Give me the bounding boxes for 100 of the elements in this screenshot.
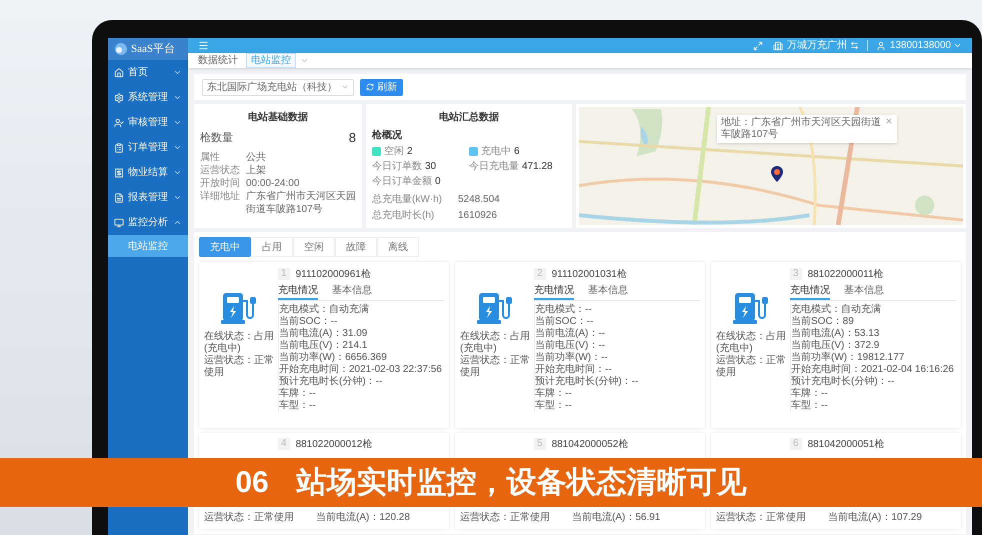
user-check-icon [114,118,124,128]
panel-title: 电站汇总数据 [438,110,500,125]
operation-status: 运营状态：正常使用 [460,512,551,524]
info-label: 详细地址 [200,190,241,204]
sidebar-menu-item[interactable]: 首页 [108,60,188,85]
stat-label: 今日订单数 [372,160,422,173]
charging-field: 车牌：-- [279,388,444,400]
menu-label: 订单管理 [128,140,169,155]
status-tab[interactable]: 空闲 [293,237,335,257]
receipt-icon [114,168,124,178]
status-tab[interactable]: 离线 [377,237,419,257]
caret-icon [341,83,349,91]
menu-icon[interactable] [198,40,209,51]
status-count: 2 [407,145,413,158]
fullscreen-icon[interactable] [752,40,763,50]
logo-icon [114,42,128,56]
charging-field: 当前SOC：-- [279,316,444,328]
close-icon[interactable] [885,117,894,125]
info-label: 属性 [200,150,221,164]
stat-value: 0 [435,175,441,188]
status-label: 空闲 [384,145,404,158]
card-tab[interactable]: 充电情况 [790,283,830,300]
charging-field: 当前电流(A)：56.91 [572,512,660,524]
charging-pump-icon [733,291,769,325]
menu-label: 报表管理 [128,190,169,205]
menu-label: 审核管理 [128,116,169,130]
monitor-icon [114,218,124,228]
charging-field: 车牌：-- [535,388,700,400]
charging-pump-icon [221,291,257,325]
home-icon [114,68,124,78]
charging-field: 当前功率(W)：6656.369 [279,352,444,364]
banner-title: 站场实时监控，设备状态清晰可见 [296,465,747,501]
logo-text: SaaS平台 [131,42,175,57]
gun-id: 881042000051枪 [808,438,884,452]
card-tab[interactable]: 充电情况 [278,283,318,300]
total-value: 5248.504 [458,193,500,206]
menu-label: 监控分析 [128,216,169,230]
menu-label: 物业结算 [128,166,169,180]
charging-field: 当前电流(A)：31.09 [279,328,444,340]
gun-id: 881022000011枪 [808,268,884,282]
sidebar-menu-item[interactable]: 订单管理 [108,135,188,160]
card-tab[interactable]: 基本信息 [588,283,628,300]
sidebar-menu-item[interactable]: 审核管理 [108,110,188,135]
operation-status: 运营状态：正常使用 [204,512,295,524]
sidebar-submenu-item[interactable]: 电站监控 [108,235,188,257]
charging-field: 当前SOC：89 [791,316,956,328]
menu-label: 首页 [128,66,149,80]
card-tab[interactable]: 基本信息 [332,283,372,300]
account-name[interactable]: 万城万充广州 [786,38,847,53]
online-status: 在线状态：占用(充电中) [460,331,530,354]
total-value: 1610926 [458,209,497,222]
gun-id: 881022000012枪 [296,438,372,452]
user-icon [876,40,886,50]
status-tab[interactable]: 故障 [335,237,377,257]
sidebar-menu-item[interactable]: 监控分析 [108,210,188,235]
info-value: 公共 [246,150,266,164]
charging-field: 当前功率(W)：19812.177 [791,352,956,364]
user-phone[interactable]: 13800138000 [890,38,951,53]
charging-field: 车型：-- [535,400,700,412]
card-tab[interactable]: 基本信息 [844,283,884,300]
card-tab[interactable]: 充电情况 [534,283,574,300]
document-icon [114,192,124,202]
info-value: 广东省广州市天河区天园街道车陂路107号 [246,190,356,216]
charging-field: 开始充电时间：2021-02-04 16:16:26 [791,364,956,376]
station-select[interactable]: 东北国际广场充电站（科技） [202,78,354,96]
caret-icon[interactable] [300,56,309,65]
info-value: 00:00-24:00 [246,176,300,190]
charging-field: 当前电压(V)：-- [535,340,700,352]
charging-pump-icon [477,291,513,325]
charging-field: 充电模式：自动充满 [791,304,956,316]
operation-status: 运营状态：正常使用 [716,355,786,379]
gun-count-value: 8 [348,129,356,147]
sidebar-menu-item[interactable]: 报表管理 [108,185,188,210]
status-tab[interactable]: 充电中 [199,237,251,257]
stat-label: 今日充电量 [469,160,519,173]
menu-label: 系统管理 [128,90,169,105]
charging-field: 预计充电时长(分钟)：-- [791,376,956,388]
sidebar-menu-item[interactable]: 系统管理 [108,85,188,110]
clipboard-icon [114,142,124,152]
status-label: 充电中 [481,145,511,158]
charging-field: 当前电流(A)：120.28 [316,512,410,524]
switch-icon[interactable] [850,41,859,50]
sidebar-menu-item[interactable]: 物业结算 [108,160,188,185]
charging-field: 车型：-- [791,400,956,412]
status-tab[interactable]: 占用 [251,237,293,257]
charging-field: 预计充电时长(分钟)：-- [279,376,444,388]
section-title: 枪概况 [372,128,403,143]
charging-field: 车牌：-- [791,388,956,400]
refresh-icon [366,83,374,91]
stat-value: 471.28 [522,160,553,173]
info-value: 上架 [246,164,266,176]
caret-icon[interactable] [953,41,962,50]
stat-label: 今日订单金额 [372,175,432,188]
breadcrumb-tag[interactable]: 数据统计 [194,54,242,67]
info-label: 运营状态 [200,164,241,176]
refresh-button[interactable]: 刷新 [360,78,403,96]
charging-field: 充电模式：-- [535,304,700,316]
info-label: 开放时间 [200,176,241,190]
operation-status: 运营状态：正常使用 [204,355,274,379]
gun-count-label: 枪数量 [200,130,233,146]
